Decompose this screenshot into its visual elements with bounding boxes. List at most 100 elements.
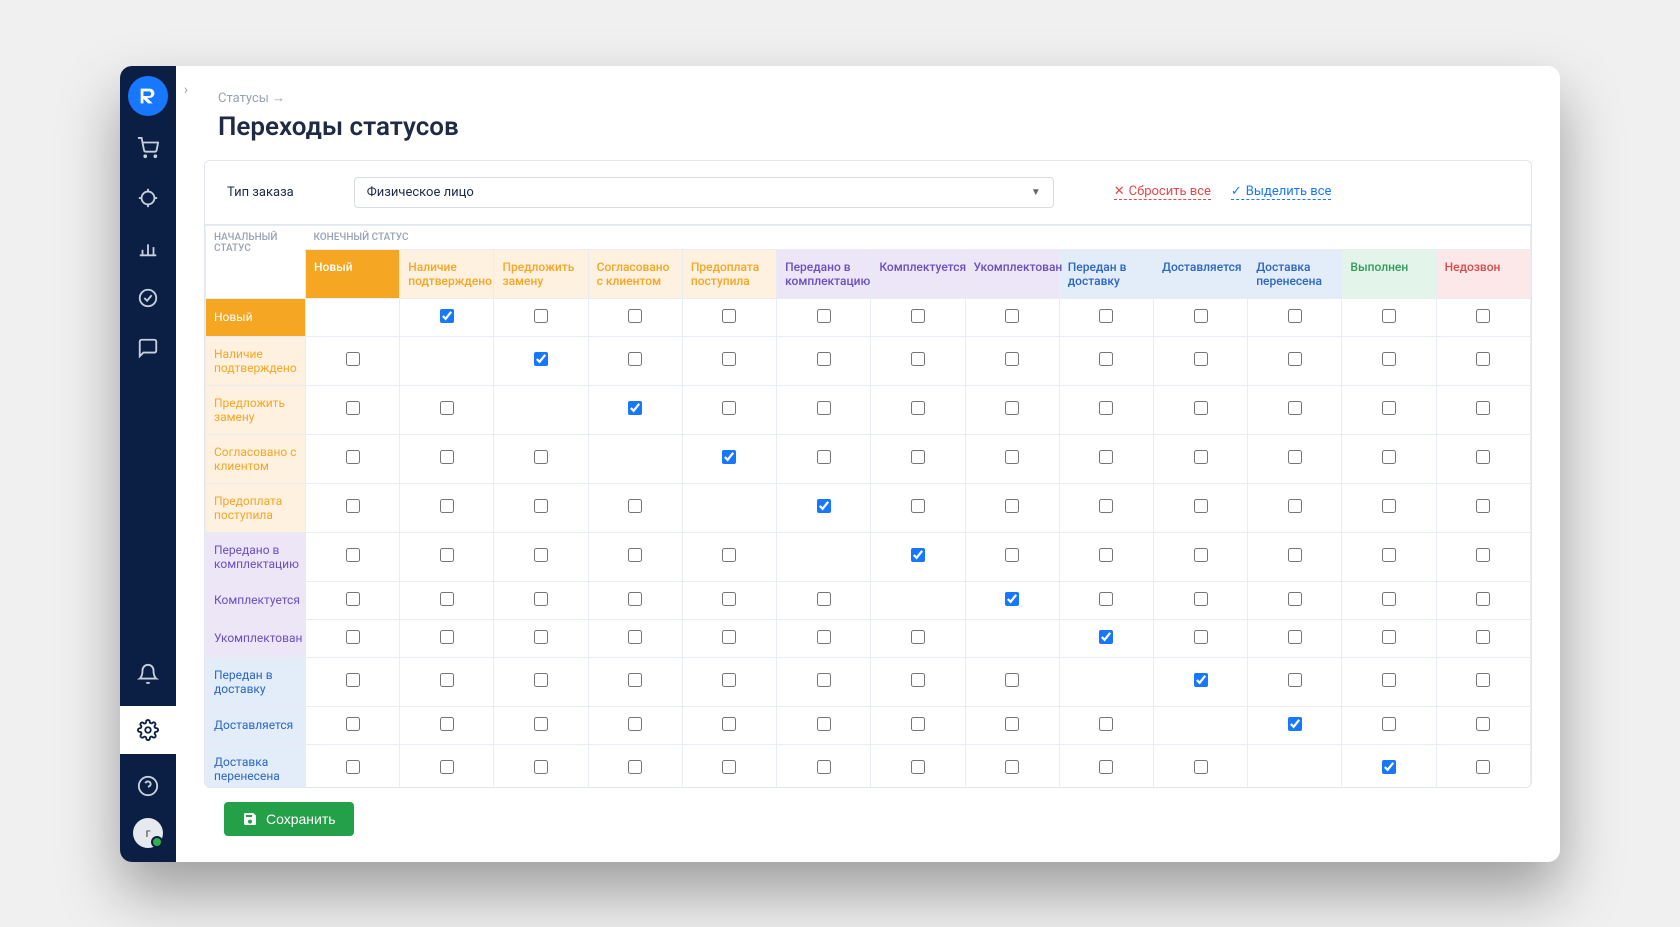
transition-checkbox[interactable] xyxy=(1476,548,1490,562)
transition-checkbox[interactable] xyxy=(346,352,360,366)
transition-checkbox[interactable] xyxy=(1382,450,1396,464)
transition-checkbox[interactable] xyxy=(440,717,454,731)
transition-checkbox[interactable] xyxy=(1005,717,1019,731)
transition-checkbox[interactable] xyxy=(628,717,642,731)
transition-checkbox[interactable] xyxy=(1099,548,1113,562)
transition-checkbox[interactable] xyxy=(534,592,548,606)
transition-checkbox[interactable] xyxy=(440,592,454,606)
transition-checkbox[interactable] xyxy=(534,673,548,687)
transition-checkbox[interactable] xyxy=(1099,499,1113,513)
transition-checkbox[interactable] xyxy=(1288,309,1302,323)
transition-checkbox[interactable] xyxy=(534,548,548,562)
transition-checkbox[interactable] xyxy=(1288,673,1302,687)
transition-checkbox[interactable] xyxy=(534,309,548,323)
transition-checkbox[interactable] xyxy=(1382,592,1396,606)
transition-checkbox[interactable] xyxy=(1194,499,1208,513)
transition-checkbox[interactable] xyxy=(911,401,925,415)
transition-checkbox[interactable] xyxy=(1476,450,1490,464)
transition-checkbox[interactable] xyxy=(1005,450,1019,464)
transition-checkbox[interactable] xyxy=(1099,450,1113,464)
transition-checkbox[interactable] xyxy=(1194,630,1208,644)
transition-checkbox[interactable] xyxy=(1194,352,1208,366)
transition-checkbox[interactable] xyxy=(911,673,925,687)
transition-checkbox[interactable] xyxy=(817,592,831,606)
transition-checkbox[interactable] xyxy=(911,760,925,774)
transition-checkbox[interactable] xyxy=(1005,592,1019,606)
transition-checkbox[interactable] xyxy=(440,450,454,464)
transition-checkbox[interactable] xyxy=(911,499,925,513)
transition-checkbox[interactable] xyxy=(628,499,642,513)
transition-checkbox[interactable] xyxy=(1194,673,1208,687)
transition-checkbox[interactable] xyxy=(1382,352,1396,366)
transition-checkbox[interactable] xyxy=(722,673,736,687)
transition-checkbox[interactable] xyxy=(1194,592,1208,606)
transition-checkbox[interactable] xyxy=(817,673,831,687)
transition-checkbox[interactable] xyxy=(1476,592,1490,606)
transition-checkbox[interactable] xyxy=(1382,401,1396,415)
transition-checkbox[interactable] xyxy=(440,673,454,687)
transition-checkbox[interactable] xyxy=(534,450,548,464)
transition-checkbox[interactable] xyxy=(440,401,454,415)
transition-checkbox[interactable] xyxy=(1288,401,1302,415)
target-icon[interactable] xyxy=(136,186,160,210)
transition-checkbox[interactable] xyxy=(1005,352,1019,366)
transition-checkbox[interactable] xyxy=(440,309,454,323)
transition-checkbox[interactable] xyxy=(722,548,736,562)
transition-checkbox[interactable] xyxy=(1288,630,1302,644)
transition-checkbox[interactable] xyxy=(346,592,360,606)
transition-checkbox[interactable] xyxy=(534,352,548,366)
gear-icon[interactable] xyxy=(120,706,176,754)
transition-checkbox[interactable] xyxy=(1005,673,1019,687)
transition-checkbox[interactable] xyxy=(1288,499,1302,513)
transition-checkbox[interactable] xyxy=(1194,309,1208,323)
transition-checkbox[interactable] xyxy=(1005,309,1019,323)
transition-checkbox[interactable] xyxy=(346,499,360,513)
transition-checkbox[interactable] xyxy=(817,309,831,323)
breadcrumb[interactable]: Статусы → xyxy=(218,90,1532,106)
transition-checkbox[interactable] xyxy=(1382,548,1396,562)
transition-checkbox[interactable] xyxy=(1382,760,1396,774)
transition-checkbox[interactable] xyxy=(346,548,360,562)
transition-checkbox[interactable] xyxy=(1288,592,1302,606)
transition-checkbox[interactable] xyxy=(1476,760,1490,774)
transition-checkbox[interactable] xyxy=(1005,401,1019,415)
transition-checkbox[interactable] xyxy=(911,548,925,562)
transition-checkbox[interactable] xyxy=(346,401,360,415)
transition-checkbox[interactable] xyxy=(1382,630,1396,644)
transition-checkbox[interactable] xyxy=(817,630,831,644)
transition-checkbox[interactable] xyxy=(534,499,548,513)
transition-checkbox[interactable] xyxy=(1288,717,1302,731)
transition-checkbox[interactable] xyxy=(628,352,642,366)
transition-checkbox[interactable] xyxy=(1476,673,1490,687)
transition-checkbox[interactable] xyxy=(628,760,642,774)
transition-checkbox[interactable] xyxy=(1288,450,1302,464)
transition-checkbox[interactable] xyxy=(628,401,642,415)
bell-icon[interactable] xyxy=(136,662,160,686)
transition-checkbox[interactable] xyxy=(1476,717,1490,731)
transition-checkbox[interactable] xyxy=(346,760,360,774)
help-icon[interactable] xyxy=(136,774,160,798)
transition-checkbox[interactable] xyxy=(722,717,736,731)
transition-checkbox[interactable] xyxy=(1476,309,1490,323)
transition-checkbox[interactable] xyxy=(911,717,925,731)
chart-icon[interactable] xyxy=(136,236,160,260)
avatar[interactable]: г xyxy=(133,818,163,848)
transition-checkbox[interactable] xyxy=(440,630,454,644)
transition-checkbox[interactable] xyxy=(1194,401,1208,415)
transition-checkbox[interactable] xyxy=(628,592,642,606)
select-all-link[interactable]: ✓ Выделить все xyxy=(1231,184,1332,200)
transition-checkbox[interactable] xyxy=(911,450,925,464)
transition-checkbox[interactable] xyxy=(628,673,642,687)
transition-checkbox[interactable] xyxy=(722,760,736,774)
transition-checkbox[interactable] xyxy=(722,309,736,323)
transition-checkbox[interactable] xyxy=(346,450,360,464)
transition-checkbox[interactable] xyxy=(1476,401,1490,415)
transition-checkbox[interactable] xyxy=(534,760,548,774)
transition-checkbox[interactable] xyxy=(440,548,454,562)
transition-checkbox[interactable] xyxy=(1382,673,1396,687)
order-type-select[interactable]: Физическое лицо ▼ xyxy=(354,177,1054,208)
transition-checkbox[interactable] xyxy=(1476,352,1490,366)
transition-checkbox[interactable] xyxy=(1194,450,1208,464)
transition-checkbox[interactable] xyxy=(817,401,831,415)
transition-checkbox[interactable] xyxy=(1099,352,1113,366)
